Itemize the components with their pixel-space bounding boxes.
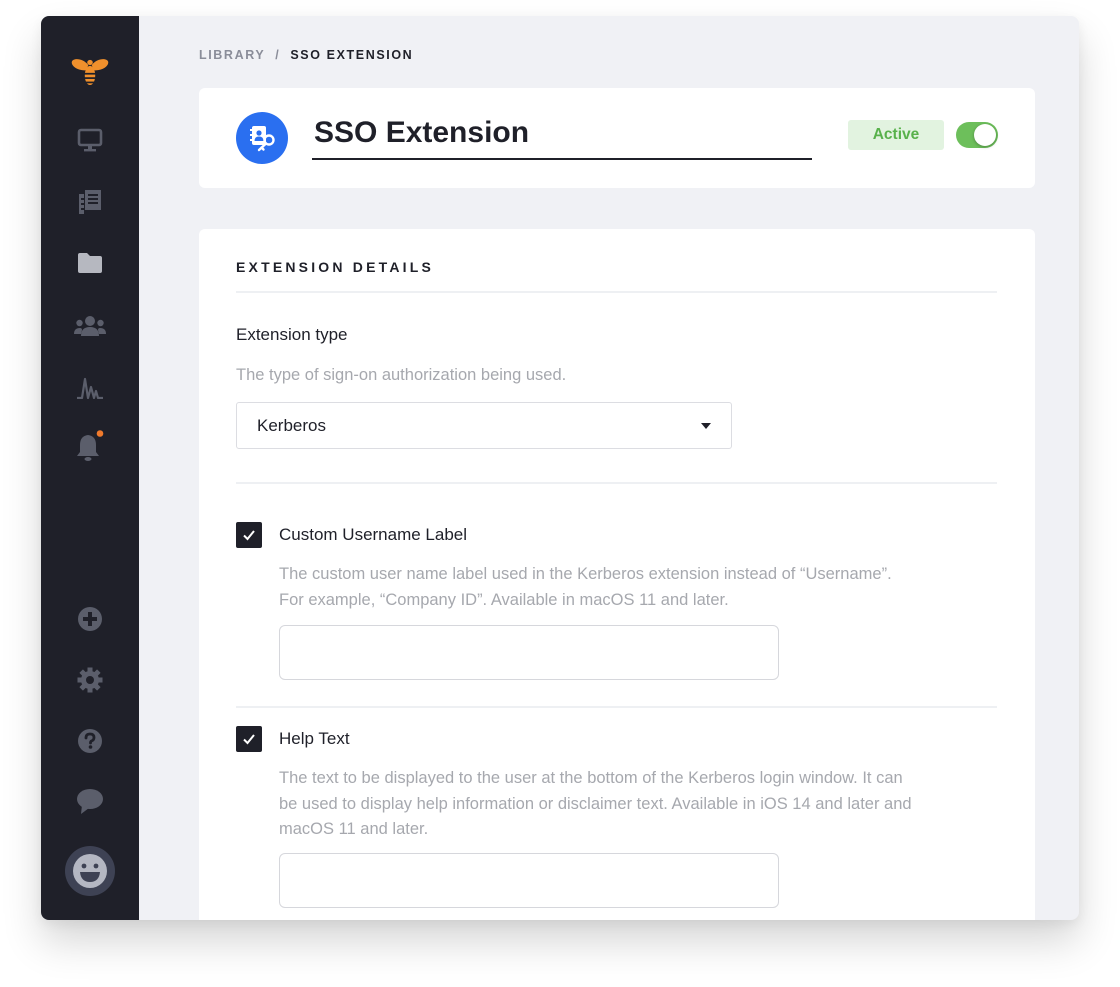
extension-details-card: EXTENSION DETAILS Extension type The typ… (199, 229, 1035, 920)
extension-type-label: Extension type (236, 325, 348, 344)
divider (236, 291, 997, 293)
custom-username-label-input[interactable] (279, 625, 779, 680)
help-icon[interactable] (70, 721, 110, 761)
divider (236, 706, 997, 708)
section-title: EXTENSION DETAILS (236, 259, 435, 275)
contact-key-icon (236, 112, 288, 164)
help-line: The text to be displayed to the user at … (279, 769, 903, 787)
sidebar (41, 16, 139, 920)
help-text-title: Help Text (279, 729, 350, 748)
caret-down-icon (701, 423, 711, 429)
chat-icon[interactable] (70, 782, 110, 822)
bee-logo-icon[interactable] (70, 52, 110, 92)
toggle-knob (974, 124, 996, 146)
header-card: Active (199, 88, 1035, 188)
folder-icon[interactable] (70, 243, 110, 283)
blueprints-icon[interactable] (70, 182, 110, 222)
users-icon[interactable] (70, 306, 110, 346)
check-icon (243, 734, 255, 745)
custom-username-label-title: Custom Username Label (279, 525, 468, 544)
breadcrumb-current: SSO EXTENSION (290, 48, 414, 62)
custom-username-label-help: The custom user name label used in the K… (279, 562, 892, 613)
extension-type-select[interactable]: Kerberos (236, 402, 732, 449)
bell-icon[interactable] (70, 426, 110, 466)
notification-dot (96, 430, 104, 437)
help-line: be used to display help information or d… (279, 794, 912, 813)
help-text-input[interactable] (279, 853, 779, 908)
active-toggle[interactable] (956, 122, 998, 148)
help-line: For example, “Company ID”. Available in … (279, 590, 729, 609)
computer-icon[interactable] (70, 120, 110, 160)
check-icon (243, 530, 255, 541)
extension-type-help: The type of sign-on authorization being … (236, 366, 567, 384)
main-content: LIBRARY / SSO EXTENSION Active (139, 16, 1079, 920)
breadcrumb-separator: / (275, 48, 281, 62)
divider (236, 482, 997, 484)
activity-icon[interactable] (70, 368, 110, 408)
breadcrumb-library-link[interactable]: LIBRARY (199, 48, 265, 62)
extension-type-value: Kerberos (257, 416, 326, 435)
smiley-avatar-icon (73, 854, 107, 888)
help-line: The custom user name label used in the K… (279, 565, 892, 583)
help-line: macOS 11 and later. (279, 820, 429, 838)
app-window: LIBRARY / SSO EXTENSION Active (41, 16, 1079, 920)
help-text-help: The text to be displayed to the user at … (279, 766, 912, 843)
status-badge: Active (848, 120, 944, 150)
plus-circle-icon[interactable] (70, 599, 110, 639)
user-avatar[interactable] (65, 846, 115, 896)
help-text-checkbox[interactable] (236, 726, 262, 752)
extension-name-input[interactable] (312, 112, 812, 160)
gear-icon[interactable] (70, 660, 110, 700)
breadcrumb: LIBRARY / SSO EXTENSION (199, 48, 413, 62)
custom-username-label-checkbox[interactable] (236, 522, 262, 548)
